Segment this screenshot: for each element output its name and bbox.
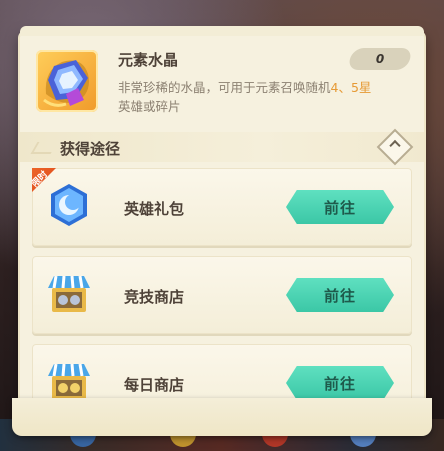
blue-gem-icon <box>46 182 92 228</box>
go-button-arena-shop[interactable]: 前往 <box>286 278 394 312</box>
panel-bottom-trim <box>12 398 432 436</box>
shop-stall-icon <box>46 358 92 398</box>
item-description-highlight: 4、5星 <box>330 80 372 95</box>
go-button-daily-shop[interactable]: 前往 <box>286 366 394 398</box>
item-count-badge: 0 <box>347 48 413 70</box>
acquire-source-list[interactable]: 限时 英雄礼包 前往 竞技商店 前往 每日商店 前往 <box>32 168 412 398</box>
source-label: 英雄礼包 <box>124 200 185 218</box>
source-label: 每日商店 <box>124 376 185 394</box>
go-button-hero-pack[interactable]: 前往 <box>286 190 394 224</box>
item-description-text: 非常珍稀的水晶，可用于元素召唤随机 <box>118 80 331 95</box>
source-label: 竞技商店 <box>124 288 185 306</box>
item-description-text-end: 英雄或碎片 <box>118 99 181 114</box>
list-item-arena-shop: 竞技商店 前往 <box>32 256 412 334</box>
collapse-up-icon[interactable] <box>376 128 414 166</box>
list-item-hero-pack: 限时 英雄礼包 前往 <box>32 168 412 246</box>
item-name: 元素水晶 <box>118 51 179 69</box>
panel-top-trim <box>20 26 424 36</box>
list-item-daily-shop: 每日商店 前往 <box>32 344 412 398</box>
item-description: 非常珍稀的水晶，可用于元素召唤随机4、5星英雄或碎片 <box>118 78 380 116</box>
element-crystal-icon <box>36 50 98 112</box>
acquire-section-header: 获得途径 <box>20 128 424 166</box>
shop-stall-icon <box>46 270 92 316</box>
section-deco-icon <box>30 142 58 154</box>
item-count: 0 <box>375 52 385 66</box>
item-info-panel: 元素水晶 0 非常珍稀的水晶，可用于元素召唤随机4、5星英雄或碎片 获得途径 限… <box>12 26 432 436</box>
acquire-section-title: 获得途径 <box>60 140 121 158</box>
